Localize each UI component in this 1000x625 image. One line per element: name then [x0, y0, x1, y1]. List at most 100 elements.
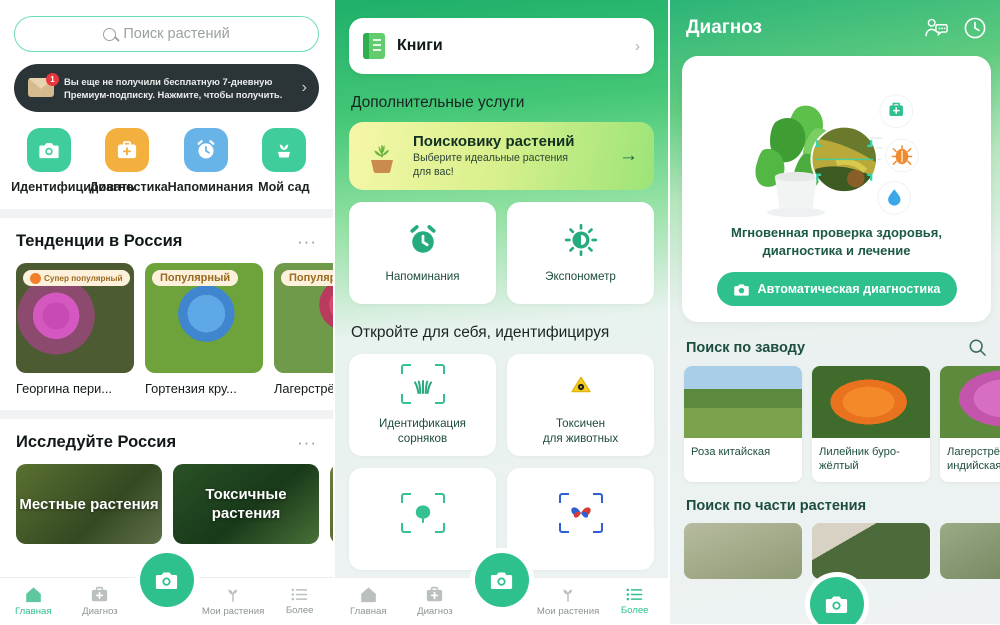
quick-action-label: Идентифицировать — [11, 180, 135, 194]
nav-item-my-plants[interactable]: Мои растения — [535, 586, 602, 617]
books-card[interactable]: Книги › — [349, 18, 654, 74]
plant-part-card[interactable] — [940, 523, 1000, 579]
nav-item-more[interactable]: Более — [601, 587, 668, 616]
trending-header: Тенденции в Россия ··· — [0, 218, 333, 251]
quick-action-identify[interactable]: Идентифицировать — [10, 128, 135, 195]
medical-kit-icon — [92, 586, 108, 602]
medical-kit-icon — [427, 586, 443, 602]
envelope-icon: 1 — [28, 73, 59, 98]
plant-part-card[interactable] — [812, 523, 930, 579]
auto-diagnosis-button[interactable]: Автоматическая диагностика — [716, 272, 957, 306]
explore-item[interactable]: Местные растения — [16, 464, 162, 544]
plant-part-list[interactable] — [682, 523, 1000, 579]
search-icon — [103, 27, 117, 41]
plant-finder-subtitle: Выберите идеальные растения для вас! — [413, 152, 605, 179]
search-icon[interactable] — [968, 338, 987, 357]
discover-card-butterflies[interactable] — [507, 468, 654, 570]
plant-image — [940, 366, 1000, 438]
tool-card-light-meter[interactable]: Экспонометр — [507, 202, 654, 304]
plant-search-list[interactable]: Роза китайская Лилейник буро-жёлтый Лаге… — [682, 366, 1000, 482]
search-input[interactable]: Поиск растений — [14, 16, 319, 52]
quick-action-reminders[interactable]: Напоминания — [167, 128, 254, 195]
quick-action-my-garden[interactable]: Мой сад — [245, 128, 323, 195]
section-divider — [0, 410, 333, 419]
quick-actions: Идентифицировать Диагностика Напоминания… — [0, 112, 333, 195]
trending-name: Лагерстрё — [274, 381, 333, 396]
nav-label: Главная — [350, 606, 387, 617]
discover-heading: Откройте для себя, идентифицируя — [351, 324, 610, 341]
nav-item-diagnose[interactable]: Диагноз — [67, 586, 134, 617]
camera-icon — [27, 128, 72, 172]
hero-illustration — [692, 68, 981, 218]
scan-tree-icon — [400, 493, 445, 533]
plant-finder-card[interactable]: Поисковику растений Выберите идеальные р… — [349, 122, 654, 190]
books-label: Книги — [397, 37, 443, 54]
badge-super-popular: Супер популярный — [23, 270, 130, 286]
premium-promo-banner[interactable]: 1 Вы еще не получили бесплатную 7-дневну… — [14, 64, 319, 112]
panel-home: Поиск растений 1 Вы еще не получили бесп… — [0, 0, 333, 625]
nav-label: Диагноз — [82, 606, 118, 617]
trending-title: Тенденции в Россия — [16, 232, 183, 250]
section-title: Поиск по заводу — [686, 339, 806, 356]
discover-card-trees[interactable] — [349, 468, 496, 570]
arrow-right-icon: → — [619, 145, 638, 166]
camera-icon — [490, 572, 513, 589]
promo-line-2: Премиум-подписку. Нажмите, чтобы получит… — [64, 89, 283, 100]
explore-label: Местные растения — [19, 495, 159, 513]
plant-image — [812, 366, 930, 438]
trending-list[interactable]: Супер популярный Георгина пери... Популя… — [0, 251, 333, 396]
explore-title: Исследуйте Россия — [16, 433, 177, 451]
discover-label: Идентификация сорняков — [379, 416, 466, 446]
home-icon — [25, 587, 41, 603]
explore-label: Токсичные растения — [205, 486, 287, 522]
nav-item-diagnose[interactable]: Диагноз — [402, 586, 469, 617]
quick-action-label: Напоминания — [167, 180, 254, 194]
plant-card[interactable]: Лилейник буро-жёлтый — [812, 366, 930, 482]
explore-more-button[interactable]: ··· — [297, 434, 317, 451]
plant-name: Лагерстрё индийская — [947, 446, 1000, 472]
expert-chat-icon[interactable] — [924, 17, 949, 39]
nav-item-more[interactable]: Более — [266, 587, 333, 616]
trending-more-button[interactable]: ··· — [297, 233, 317, 250]
explore-list[interactable]: Местные растения Токсичные растения — [0, 452, 333, 544]
light-meter-icon — [564, 223, 597, 256]
tool-card-reminders[interactable]: Напоминания — [349, 202, 496, 304]
plant-finder-text: Поисковику растений Выберите идеальные р… — [413, 133, 605, 179]
header-actions — [924, 16, 987, 40]
label-line-1: Идентификация — [379, 417, 466, 430]
plant-part-card[interactable] — [684, 523, 802, 579]
explore-item[interactable]: Токсичные растения — [173, 464, 319, 544]
section-divider — [0, 209, 333, 218]
trending-item[interactable]: Супер популярный Георгина пери... — [16, 263, 134, 396]
discover-grid-row-1: Идентификация сорняков Токсичен для живо… — [349, 354, 654, 456]
chevron-right-icon: › — [301, 79, 307, 96]
plant-card[interactable]: Лагерстрё индийская — [940, 366, 1000, 482]
subtitle-line-2: для вас! — [413, 165, 454, 178]
badge-popular: Популярный — [152, 270, 239, 286]
camera-fab-button[interactable] — [139, 553, 194, 607]
camera-fab-button[interactable] — [474, 553, 529, 607]
camera-fab-button[interactable] — [809, 577, 864, 625]
plant-image — [684, 366, 802, 438]
scan-weed-icon — [400, 364, 445, 404]
nav-item-my-plants[interactable]: Мои растения — [200, 586, 267, 617]
history-clock-icon[interactable] — [963, 16, 987, 40]
pot-base — [371, 160, 393, 173]
sprout-icon — [228, 589, 238, 603]
tool-label: Экспонометр — [545, 269, 616, 283]
trending-item[interactable]: Популярный Гортензия кру... — [145, 263, 263, 396]
discover-card-weeds[interactable]: Идентификация сорняков — [349, 354, 496, 456]
trending-item[interactable]: Популярн Лагерстрё — [274, 263, 333, 396]
quick-action-diagnose[interactable]: Диагностика — [88, 128, 168, 195]
nav-item-home[interactable]: Главная — [0, 586, 67, 617]
explore-item[interactable] — [330, 464, 333, 544]
bottom-navbar: Главная Диагноз Мои растения Более — [335, 553, 668, 625]
plant-card[interactable]: Роза китайская — [684, 366, 802, 482]
nav-item-home[interactable]: Главная — [335, 586, 402, 617]
discover-card-toxic-animals[interactable]: Токсичен для животных — [507, 354, 654, 456]
search-by-part-header: Поиск по части растения — [686, 498, 987, 514]
potted-plant-icon — [365, 139, 399, 173]
medical-kit-icon — [105, 128, 150, 172]
nav-label: Диагноз — [417, 606, 453, 617]
caption-line-2: диагностика и лечение — [762, 243, 911, 258]
